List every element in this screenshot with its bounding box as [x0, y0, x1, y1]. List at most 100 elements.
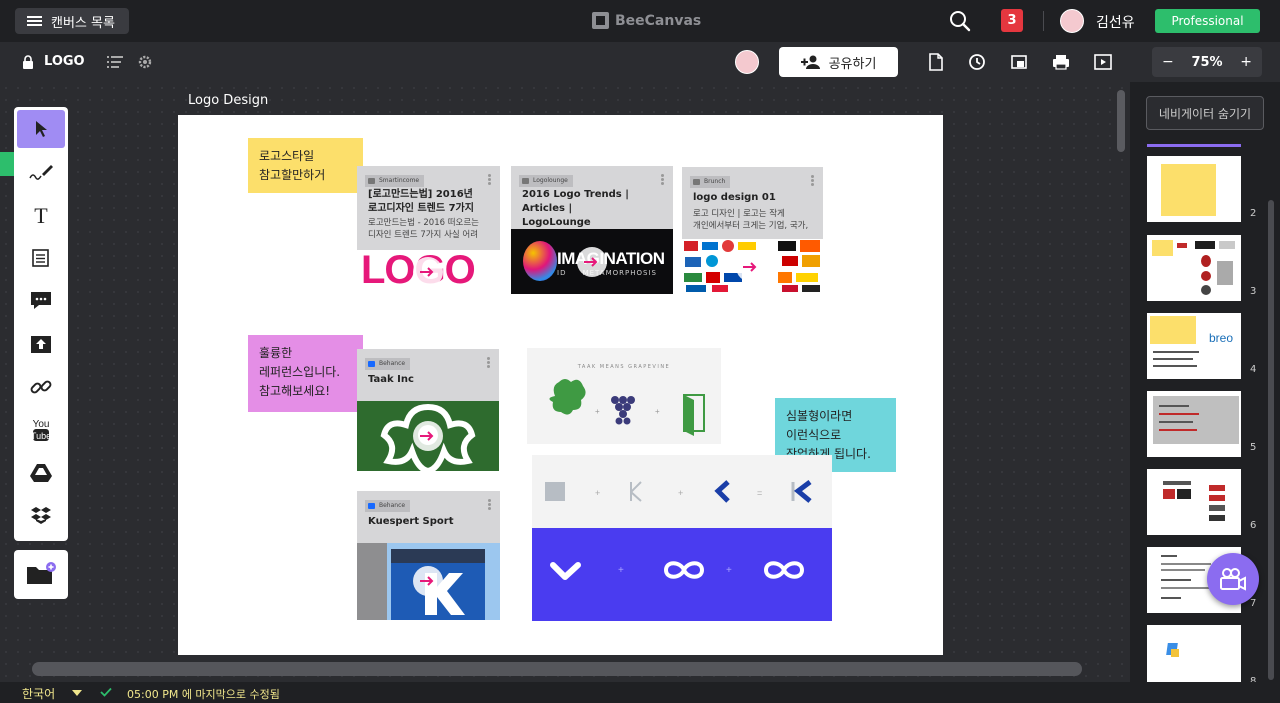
- lock-icon[interactable]: [22, 55, 34, 69]
- text-tool[interactable]: T: [17, 196, 65, 234]
- page-number: 4: [1250, 364, 1257, 375]
- more-icon[interactable]: [487, 357, 490, 368]
- svg-text:+: +: [618, 565, 624, 576]
- presentation-icon[interactable]: [1094, 53, 1112, 71]
- link-card[interactable]: Brunch logo design 01 로고 디자인 | 로고는 작게 개인…: [682, 167, 823, 293]
- avatar[interactable]: [1060, 9, 1084, 33]
- card-source: Behance: [365, 500, 411, 512]
- plan-badge[interactable]: Professional: [1155, 9, 1260, 33]
- beecanvas-logo-icon: [592, 12, 609, 29]
- more-icon[interactable]: [661, 174, 664, 185]
- cursor-icon: [36, 121, 47, 137]
- navigator-scrollbar[interactable]: [1268, 200, 1274, 680]
- comment-tool[interactable]: [17, 282, 65, 320]
- card-source: Brunch: [690, 176, 731, 188]
- document-icon[interactable]: [927, 53, 945, 71]
- link-card[interactable]: Smartincome [로고만드는법] 2016년 로고디자인 트렌드 7가지…: [357, 166, 500, 294]
- card-title: logo design 01: [693, 192, 776, 203]
- more-icon[interactable]: [488, 499, 491, 510]
- brand-name: BeeCanvas: [615, 12, 702, 29]
- zoom-out-button[interactable]: −: [1162, 54, 1174, 70]
- canvas-header-bar: [0, 42, 1280, 82]
- google-drive-tool[interactable]: [17, 454, 65, 492]
- card-source: Smartincome: [365, 175, 425, 187]
- youtube-tool[interactable]: You Tube: [17, 411, 65, 449]
- board-frame[interactable]: 로고스타일 참고할만하거 훌륭한 레퍼런스입니다. 참고해보세요! 심볼형이라면…: [178, 115, 943, 655]
- last-saved-text: 05:00 PM 에 마지막으로 수정됨: [127, 688, 280, 701]
- google-drive-icon: [30, 464, 52, 482]
- hamburger-icon: [27, 16, 42, 26]
- card-title: Kuespert Sport: [368, 516, 454, 527]
- svg-text:+: +: [595, 407, 600, 416]
- tool-palette: T You Tube: [14, 107, 68, 541]
- image-k-formula[interactable]: + + =: [532, 455, 832, 528]
- chevron-down-icon[interactable]: [72, 690, 82, 696]
- page-thumbnail[interactable]: [1147, 235, 1241, 301]
- vertical-scrollbar[interactable]: [1117, 90, 1125, 152]
- add-person-icon: [800, 55, 820, 69]
- export-icon[interactable]: [1010, 53, 1028, 71]
- k-formula-illustration: + + =: [545, 480, 812, 503]
- search-icon[interactable]: [949, 10, 971, 32]
- note-tool[interactable]: [17, 239, 65, 277]
- card-source: Behance: [365, 358, 411, 370]
- link-card[interactable]: Behance Kuespert Sport: [357, 491, 500, 620]
- canvas-title[interactable]: LOGO: [44, 54, 85, 69]
- language-selector[interactable]: 한국어: [22, 685, 55, 702]
- svg-text:+: +: [678, 488, 683, 498]
- horizontal-scrollbar[interactable]: [32, 662, 1082, 676]
- open-link-icon[interactable]: [577, 247, 607, 277]
- link-card[interactable]: Logolounge 2016 Logo Trends | Articles |…: [511, 166, 673, 294]
- video-call-button[interactable]: [1207, 553, 1259, 605]
- hide-navigator-button[interactable]: 네비게이터 숨기기: [1146, 96, 1264, 130]
- youtube-icon: YouTube: [31, 419, 51, 441]
- thumbnail-brand-mark: breo: [1209, 331, 1234, 345]
- share-label: 공유하기: [828, 56, 877, 72]
- page-thumbnail[interactable]: [1147, 469, 1241, 535]
- board-title[interactable]: Logo Design: [188, 93, 268, 108]
- share-button[interactable]: 공유하기: [779, 47, 898, 77]
- add-folder-button[interactable]: [14, 550, 68, 599]
- zoom-level[interactable]: 75%: [1191, 55, 1222, 70]
- gear-icon[interactable]: [138, 55, 152, 69]
- open-link-icon[interactable]: [736, 252, 766, 282]
- page-number: 5: [1250, 442, 1257, 453]
- print-icon[interactable]: [1052, 53, 1070, 71]
- more-icon[interactable]: [488, 174, 491, 185]
- card-title: Taak Inc: [368, 374, 414, 385]
- pen-tool[interactable]: [17, 153, 65, 191]
- more-icon[interactable]: [811, 175, 814, 186]
- collaborator-avatar[interactable]: [735, 50, 759, 74]
- canvas-list-button[interactable]: 캔버스 목록: [15, 8, 129, 34]
- current-page-indicator: [1147, 144, 1241, 147]
- open-link-icon[interactable]: [413, 421, 443, 451]
- sticky-note[interactable]: 로고스타일 참고할만하거: [248, 138, 363, 193]
- brand-logo: BeeCanvas: [592, 12, 701, 29]
- page-thumbnail[interactable]: [1147, 156, 1241, 222]
- image-taak-grapevine[interactable]: TAAK MEANS GRAPEVINE + +: [527, 348, 721, 444]
- user-name[interactable]: 김선유: [1096, 12, 1135, 32]
- page-number: 6: [1250, 520, 1257, 531]
- zoom-in-button[interactable]: +: [1240, 54, 1252, 70]
- list-icon[interactable]: [107, 56, 123, 69]
- card-title: 2016 Logo Trends | Articles | LogoLounge: [522, 189, 629, 228]
- image-symbol-block[interactable]: + +: [532, 528, 832, 621]
- sticky-note[interactable]: 훌륭한 레퍼런스입니다. 참고해보세요!: [248, 335, 363, 412]
- dropbox-tool[interactable]: [17, 497, 65, 535]
- history-icon[interactable]: [968, 53, 986, 71]
- link-card[interactable]: Behance Taak Inc: [357, 349, 499, 471]
- card-description: 로고 디자인 | 로고는 작게 개인에서부터 크게는 기업, 국가,: [693, 209, 809, 231]
- svg-text:+: +: [595, 488, 600, 498]
- link-tool[interactable]: [17, 368, 65, 406]
- dropbox-icon: [31, 507, 51, 524]
- open-link-icon[interactable]: [413, 257, 443, 287]
- open-link-icon[interactable]: [413, 566, 443, 596]
- svg-text:You: You: [33, 419, 50, 430]
- select-tool[interactable]: [17, 110, 65, 148]
- comment-icon: [31, 292, 51, 309]
- notification-badge[interactable]: 3: [1001, 9, 1023, 32]
- upload-tool[interactable]: [17, 325, 65, 363]
- page-thumbnail[interactable]: [1147, 625, 1241, 682]
- page-thumbnail[interactable]: breo: [1147, 313, 1241, 379]
- page-thumbnail[interactable]: [1147, 391, 1241, 457]
